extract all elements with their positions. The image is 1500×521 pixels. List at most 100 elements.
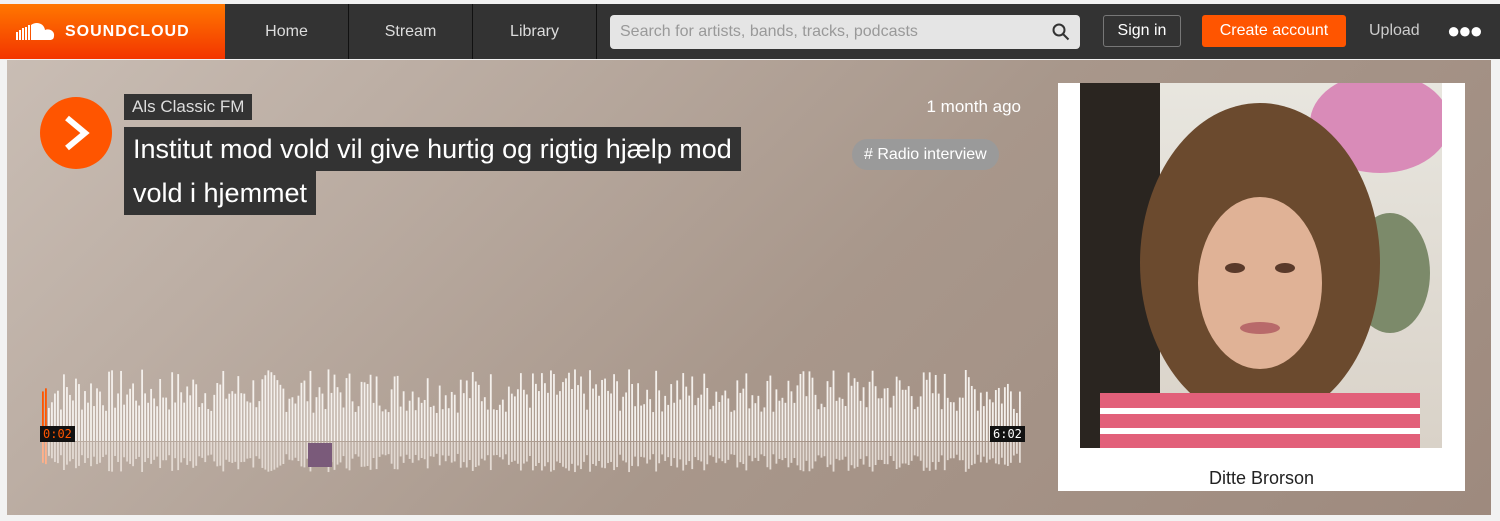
waveform-reflection-bar	[970, 442, 973, 466]
waveform-reflection-bar	[57, 442, 59, 464]
waveform-bar	[838, 397, 841, 441]
waveform-bar	[243, 393, 246, 441]
upload-link[interactable]: Upload	[1369, 15, 1420, 47]
create-account-button[interactable]: Create account	[1202, 15, 1346, 47]
waveform-bar	[802, 371, 805, 441]
search-input[interactable]: Search for artists, bands, tracks, podca…	[610, 15, 1080, 49]
waveform-bar	[504, 411, 507, 441]
waveform-bar	[363, 382, 366, 441]
waveform-bar	[601, 379, 603, 441]
waveform[interactable]	[42, 365, 1022, 475]
search-icon[interactable]	[1052, 23, 1070, 41]
waveform-bar	[312, 412, 315, 441]
waveform-bar	[336, 387, 339, 441]
waveform-reflection-bar	[270, 442, 273, 471]
waveform-bar	[153, 398, 156, 441]
waveform-bar	[622, 396, 624, 441]
waveform-reflection-bar	[147, 442, 150, 459]
soundcloud-logo[interactable]: SOUNDCLOUD	[0, 4, 225, 59]
waveform-bar	[399, 406, 402, 441]
waveform-reflection-bar	[180, 442, 183, 463]
waveform-reflection-bar	[949, 442, 952, 459]
waveform-bar	[306, 401, 309, 441]
waveform-reflection-bar	[622, 442, 624, 461]
waveform-bar	[538, 391, 540, 441]
waveform-bar	[114, 407, 116, 441]
comment-avatar[interactable]	[308, 443, 332, 467]
waveform-bar	[910, 396, 913, 441]
waveform-bar	[955, 410, 958, 441]
more-options-icon[interactable]: ●●●	[1447, 15, 1483, 47]
waveform-bar	[832, 370, 835, 441]
waveform-bar	[673, 402, 676, 441]
waveform-bar	[204, 393, 207, 441]
waveform-bar	[766, 380, 769, 441]
waveform-reflection-bar	[513, 442, 516, 461]
waveform-bar	[859, 400, 862, 441]
waveform-bar	[489, 374, 492, 441]
waveform-reflection-bar	[985, 442, 988, 463]
genre-tag[interactable]: # Radio interview	[852, 139, 999, 170]
waveform-bar	[405, 410, 408, 441]
waveform-reflection-bar	[414, 442, 417, 455]
waveform-reflection-bar	[192, 442, 195, 468]
waveform-bar	[625, 392, 627, 441]
waveform-bar	[901, 389, 904, 441]
waveform-reflection-bar	[117, 442, 119, 462]
waveform-reflection-bar	[550, 442, 552, 472]
waveform-bar	[414, 410, 417, 441]
waveform-bar	[847, 372, 850, 441]
waveform-reflection-bar	[378, 442, 381, 457]
waveform-reflection-bar	[207, 442, 210, 456]
tab-stream[interactable]: Stream	[349, 4, 473, 59]
tab-library[interactable]: Library	[473, 4, 597, 59]
waveform-bar	[507, 386, 510, 441]
waveform-reflection-bar	[616, 442, 618, 468]
artist-name[interactable]: Als Classic FM	[124, 94, 253, 120]
waveform-reflection-bar	[63, 442, 65, 471]
waveform-reflection-bar	[592, 442, 594, 465]
waveform-reflection-bar	[994, 442, 997, 464]
waveform-reflection-bar	[922, 442, 925, 471]
waveform-reflection-bar	[195, 442, 198, 466]
waveform-reflection-bar	[201, 442, 204, 458]
waveform-bar	[649, 399, 652, 441]
waveform-bar	[781, 397, 784, 441]
sign-in-button[interactable]: Sign in	[1103, 15, 1181, 47]
waveform-reflection-bar	[610, 442, 612, 462]
waveform-bar	[123, 404, 125, 441]
waveform-bar	[577, 385, 579, 441]
waveform-bar	[667, 404, 670, 441]
waveform-bar	[342, 407, 345, 441]
waveform-bar	[793, 402, 796, 441]
waveform-bar	[126, 394, 128, 441]
waveform-bar	[435, 412, 438, 441]
waveform-reflection-bar	[519, 442, 522, 471]
waveform-reflection-bar	[817, 442, 820, 456]
waveform-reflection-bar	[646, 442, 649, 464]
waveform-reflection-bar	[444, 442, 447, 462]
waveform-reflection-bar	[336, 442, 339, 465]
waveform-bar	[661, 411, 664, 441]
waveform-bar	[616, 381, 618, 441]
waveform-bar	[775, 389, 778, 441]
waveform-bar	[853, 378, 856, 441]
waveform-bar	[102, 405, 104, 441]
waveform-reflection-bar	[60, 442, 62, 456]
waveform-reflection-bar	[342, 442, 345, 457]
waveform-reflection-bar	[168, 442, 171, 456]
waveform-bar	[862, 387, 865, 441]
waveform-bar	[553, 374, 555, 441]
waveform-reflection-bar	[102, 442, 104, 458]
waveform-reflection-bar	[216, 442, 219, 467]
waveform-bar	[655, 370, 658, 441]
waveform-bar	[544, 383, 546, 441]
waveform-reflection-bar	[465, 442, 468, 468]
tab-home[interactable]: Home	[225, 4, 349, 59]
play-button[interactable]	[40, 97, 112, 169]
waveform-reflection-bar	[814, 442, 817, 462]
waveform-reflection-bar	[703, 442, 706, 471]
waveform-bar	[93, 406, 95, 441]
waveform-bar	[730, 411, 733, 441]
waveform-reflection-bar	[832, 442, 835, 472]
